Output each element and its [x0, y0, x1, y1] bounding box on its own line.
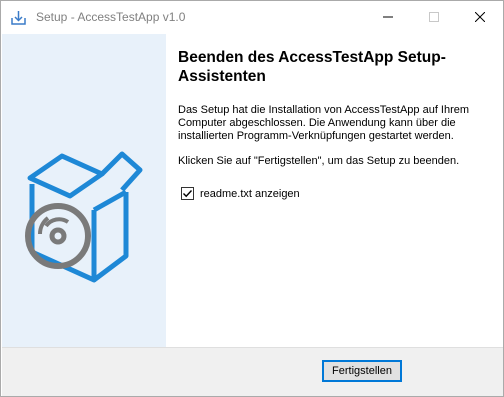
readme-checkbox-label[interactable]: readme.txt anzeigen	[200, 188, 300, 200]
button-bar: Fertigstellen	[2, 347, 503, 396]
installer-icon	[10, 9, 27, 26]
maximize-icon	[429, 9, 439, 27]
minimize-button[interactable]	[365, 1, 411, 34]
window-title: Setup - AccessTestApp v1.0	[36, 10, 186, 24]
minimize-icon	[383, 9, 393, 27]
page-title: Beenden des AccessTestApp Setup-Assisten…	[178, 49, 446, 85]
close-icon	[474, 9, 486, 27]
finish-instruction: Klicken Sie auf "Fertigstellen", um das …	[178, 155, 460, 167]
wizard-content: Beenden des AccessTestApp Setup-Assisten…	[166, 34, 503, 347]
maximize-button[interactable]	[411, 1, 457, 34]
completion-message: Das Setup hat die Installation von Acces…	[178, 104, 470, 142]
software-box-cd-icon	[22, 134, 146, 284]
close-button[interactable]	[457, 1, 503, 34]
finish-button[interactable]: Fertigstellen	[322, 360, 402, 382]
wizard-sidebar	[2, 34, 166, 347]
setup-window: Setup - AccessTestApp v1.0 Beenden des A…	[0, 0, 504, 397]
readme-checkbox-row[interactable]: readme.txt anzeigen	[181, 187, 300, 200]
readme-checkbox[interactable]	[181, 187, 194, 200]
checkmark-icon	[183, 190, 193, 198]
title-bar: Setup - AccessTestApp v1.0	[1, 1, 503, 34]
